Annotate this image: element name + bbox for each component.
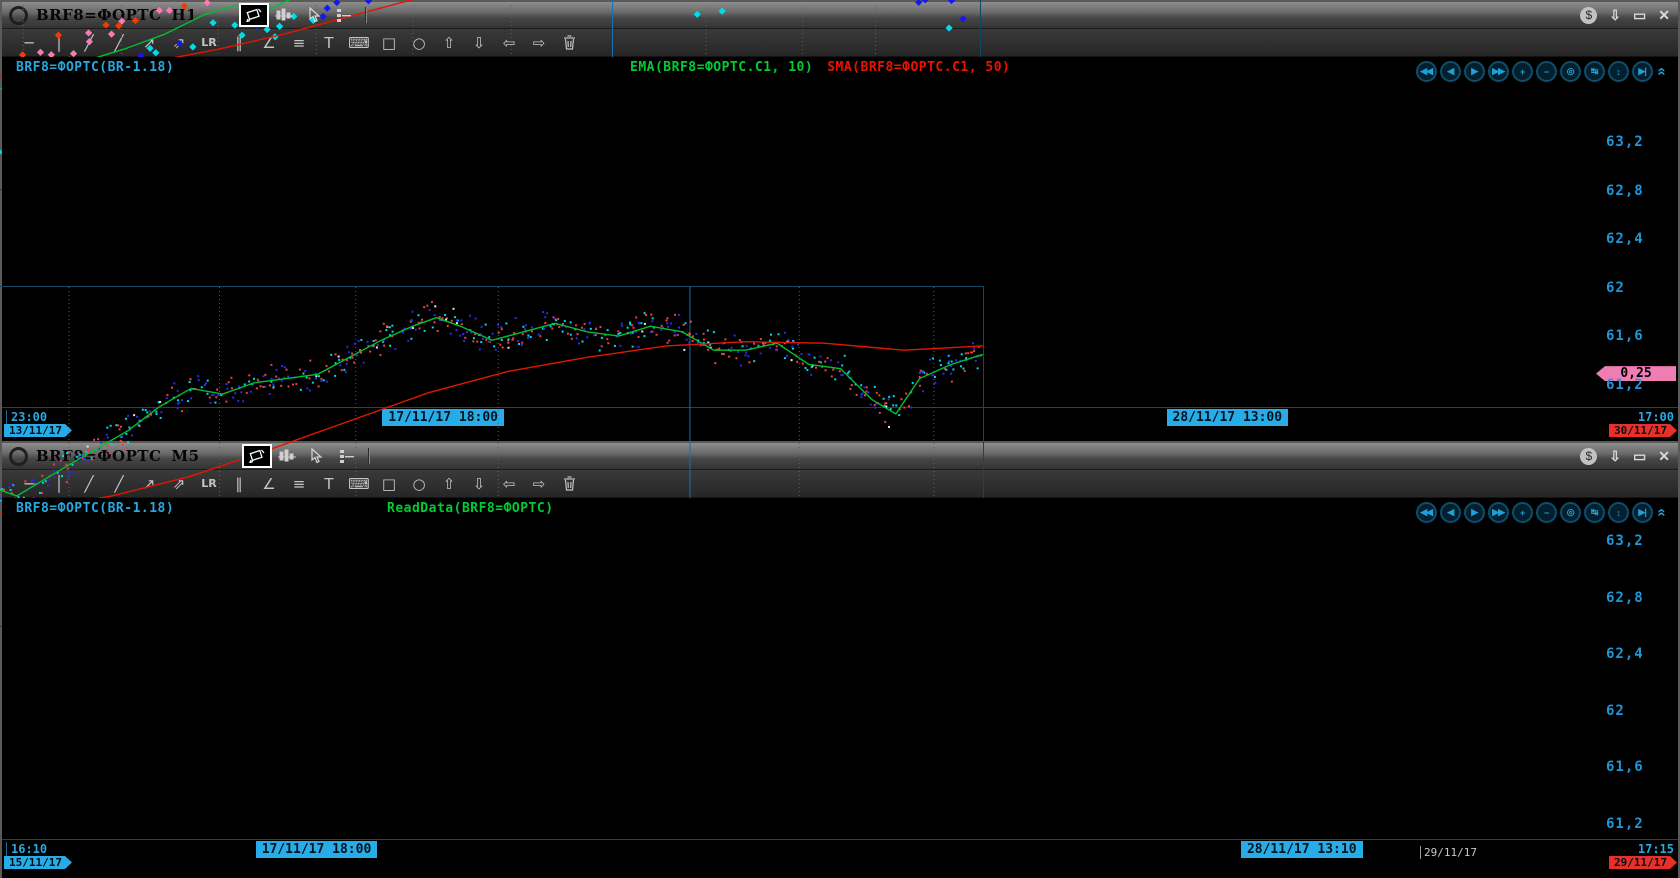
titlebar-window-controls: $ ⇩ ▭ ✕ bbox=[1580, 2, 1670, 28]
price-tick-label: 61,2 bbox=[1606, 377, 1644, 393]
price-tick-label: 62,8 bbox=[1606, 183, 1644, 199]
draw-mode-button[interactable] bbox=[244, 446, 270, 466]
candles-chart-button[interactable] bbox=[211, 5, 237, 25]
price-tick-label: 62,8 bbox=[1606, 590, 1644, 606]
zoom-reset-button[interactable]: ◎ bbox=[1560, 61, 1581, 82]
date-marker-box: 28/11/17 13:10 bbox=[1241, 841, 1363, 858]
time-axis-m5[interactable]: 16:1015/11/17 17/11/17 18:00 28/11/17 13:1… bbox=[2, 839, 1678, 878]
market-depth-icon bbox=[335, 8, 353, 22]
compress-vertical-button[interactable]: ↕ bbox=[1608, 61, 1629, 82]
price-tick-label: 61,6 bbox=[1606, 328, 1644, 344]
market-depth-button[interactable] bbox=[334, 446, 360, 466]
price-tick-label: 62 bbox=[1606, 703, 1625, 719]
toolbar-separator bbox=[368, 448, 370, 464]
toolbar-separator bbox=[365, 7, 367, 23]
zoom-out-button[interactable]: − bbox=[1536, 61, 1557, 82]
series-label: BRF8=ФОРТС(BR-1.18) bbox=[16, 501, 174, 516]
price-tick-label: 61,2 bbox=[1606, 816, 1644, 832]
price-tick-label: 63,2 bbox=[1606, 134, 1644, 150]
market-depth-button[interactable] bbox=[331, 5, 357, 25]
scroll-fast-right-button[interactable]: ▶▶ bbox=[1488, 61, 1509, 82]
market-depth-icon bbox=[338, 449, 356, 463]
date-marker-box: 28/11/17 13:00 bbox=[1167, 409, 1289, 426]
chart-nav-toolbar: ◀◀◀▶▶▶+−◎↹↕▶|« bbox=[1416, 61, 1666, 82]
close-button[interactable]: ✕ bbox=[1658, 449, 1670, 463]
scroll-fast-left-button[interactable]: ◀◀ bbox=[1416, 61, 1437, 82]
dollar-button[interactable]: $ bbox=[1580, 448, 1597, 465]
dollar-button[interactable]: $ bbox=[1580, 7, 1597, 24]
indicator-label: ReadData(BRF8=ФОРТС) bbox=[387, 501, 554, 516]
chart-canvas[interactable] bbox=[2, 57, 302, 207]
axis-start-date-tag: 15/11/17 bbox=[4, 856, 72, 869]
date-marker-box: 17/11/17 18:00 bbox=[256, 841, 378, 858]
axis-end-time: 17:15 bbox=[1634, 842, 1674, 856]
download-button[interactable]: ⇩ bbox=[1609, 449, 1621, 463]
chart-nav-toolbar: ◀◀◀▶▶▶+−◎↹↕▶|« bbox=[1416, 502, 1666, 523]
pencil-icon bbox=[249, 449, 265, 463]
axis-start-time: 16:10 bbox=[6, 842, 47, 856]
indicator-labels: EMA(BRF8=ФОРТС.C1, 10) SMA(BRF8=ФОРТС.C1,… bbox=[630, 60, 1010, 75]
titlebar-tools bbox=[214, 446, 374, 466]
compress-horizontal-button[interactable]: ↹ bbox=[1584, 61, 1605, 82]
volume-profile-icon bbox=[277, 449, 297, 464]
secondary-date-label: 29/11/17 bbox=[1420, 846, 1477, 859]
chart-canvas[interactable] bbox=[2, 498, 302, 648]
scroll-left-button[interactable]: ◀ bbox=[1440, 61, 1461, 82]
collapse-toolbar-button[interactable]: « bbox=[1653, 508, 1670, 516]
volume-profile-icon bbox=[274, 8, 294, 23]
scroll-right-button[interactable]: ▶ bbox=[1464, 502, 1485, 523]
price-tick-label: 63,2 bbox=[1606, 533, 1644, 549]
trading-terminal: BRF8=ФОРТС H1 $⇩▭✕ ─│╱╱↗⇗LR∥∠≡T⌨□○⇧⇩⇦⇨ B… bbox=[0, 0, 1680, 878]
cursor-mode-button[interactable] bbox=[301, 5, 327, 25]
indicator-labels: ReadData(BRF8=ФОРТС) bbox=[387, 501, 554, 516]
scroll-fast-left-button[interactable]: ◀◀ bbox=[1416, 502, 1437, 523]
indicator-label: EMA(BRF8=ФОРТС.C1, 10) bbox=[630, 60, 813, 75]
candles-chart-button[interactable] bbox=[214, 446, 240, 466]
indicator-label: SMA(BRF8=ФОРТС.C1, 50) bbox=[827, 60, 1010, 75]
pencil-icon bbox=[246, 8, 262, 22]
go-to-end-button[interactable]: ▶| bbox=[1632, 61, 1653, 82]
collapse-toolbar-button[interactable]: « bbox=[1653, 67, 1670, 75]
go-to-end-button[interactable]: ▶| bbox=[1632, 502, 1653, 523]
volume-profile-button[interactable] bbox=[274, 446, 300, 466]
close-button[interactable]: ✕ bbox=[1658, 8, 1670, 22]
zoom-out-button[interactable]: − bbox=[1536, 502, 1557, 523]
titlebar-m5[interactable]: BRF8=ФОРТС M5 $⇩▭✕ bbox=[2, 443, 1678, 470]
price-tick-label: 62 bbox=[1606, 280, 1625, 296]
price-tick-label: 62,4 bbox=[1606, 646, 1644, 662]
scroll-left-button[interactable]: ◀ bbox=[1440, 502, 1461, 523]
axis-end-date-tag: 29/11/17 bbox=[1609, 856, 1677, 869]
compress-horizontal-button[interactable]: ↹ bbox=[1584, 502, 1605, 523]
volume-profile-button[interactable] bbox=[271, 5, 297, 25]
titlebar-window-controls: $ ⇩ ▭ ✕ bbox=[1580, 443, 1670, 469]
cursor-icon bbox=[308, 7, 321, 23]
minimize-button[interactable]: ▭ bbox=[1633, 8, 1646, 22]
cursor-icon bbox=[310, 448, 323, 464]
titlebar-tools bbox=[211, 5, 371, 25]
titlebar-h1[interactable]: BRF8=ФОРТС H1 $⇩▭✕ bbox=[2, 2, 1678, 29]
draw-mode-button[interactable] bbox=[241, 5, 267, 25]
compress-vertical-button[interactable]: ↕ bbox=[1608, 502, 1629, 523]
series-label: BRF8=ФОРТС(BR-1.18) bbox=[16, 60, 174, 75]
chart-window-m5: BRF8=ФОРТС M5 $⇩▭✕ ─│╱╱↗⇗LR∥∠≡T⌨□○⇧⇩⇦⇨ B… bbox=[0, 441, 1680, 878]
zoom-reset-button[interactable]: ◎ bbox=[1560, 502, 1581, 523]
cursor-mode-button[interactable] bbox=[304, 446, 330, 466]
chart-area-m5: BRF8=ФОРТС(BR-1.18) ReadData(BRF8=ФОРТС)… bbox=[2, 498, 1678, 839]
price-tick-label: 61,6 bbox=[1606, 759, 1644, 775]
download-button[interactable]: ⇩ bbox=[1609, 8, 1621, 22]
axis-end-time: 17:00 bbox=[1634, 410, 1674, 424]
scroll-fast-right-button[interactable]: ▶▶ bbox=[1488, 502, 1509, 523]
zoom-in-button[interactable]: + bbox=[1512, 61, 1533, 82]
axis-end-date-tag: 30/11/17 bbox=[1609, 424, 1677, 437]
minimize-button[interactable]: ▭ bbox=[1633, 449, 1646, 463]
price-tick-label: 62,4 bbox=[1606, 231, 1644, 247]
zoom-in-button[interactable]: + bbox=[1512, 502, 1533, 523]
scroll-right-button[interactable]: ▶ bbox=[1464, 61, 1485, 82]
